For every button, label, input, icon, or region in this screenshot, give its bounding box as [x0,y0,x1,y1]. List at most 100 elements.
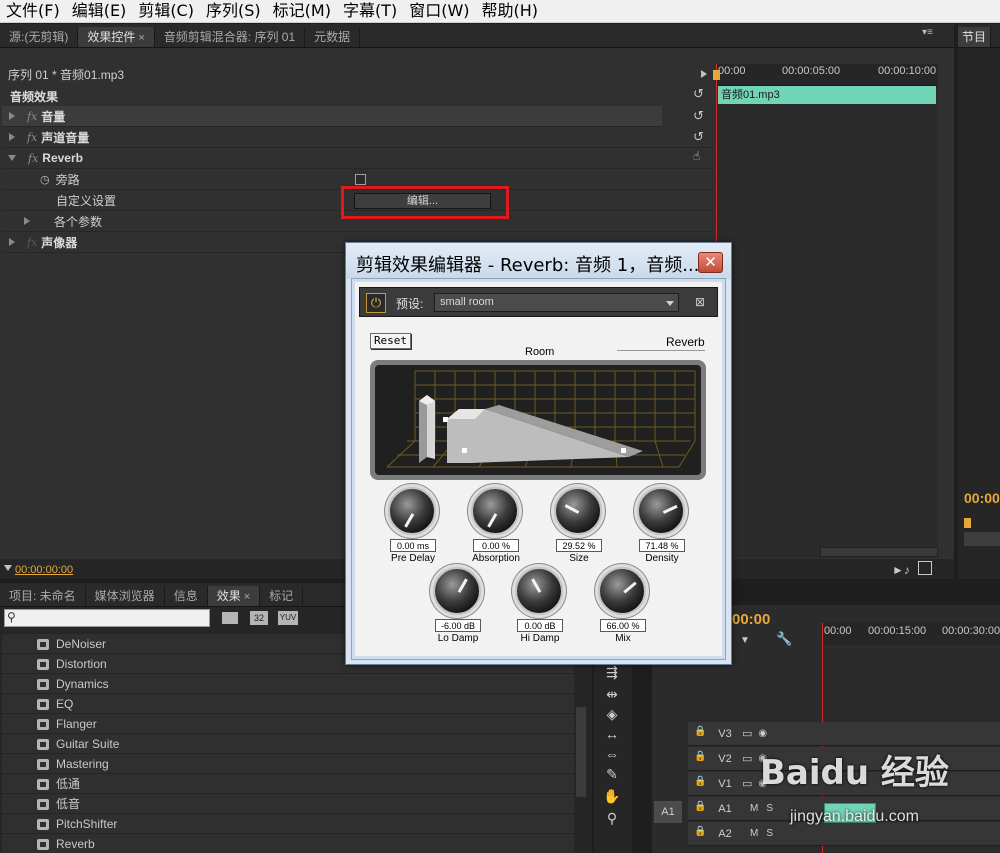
toggle-sync-icon[interactable]: ▭ [742,727,752,740]
menu-item[interactable]: 字幕(T) [337,0,403,22]
knob-value-field[interactable]: 71.48 % [639,539,685,552]
dialog-titlebar[interactable]: 剪辑效果编辑器 - Reverb: 音频 1，音频... ✕ [346,243,731,279]
preset-select[interactable]: small room [434,293,679,312]
reset-icon[interactable]: ↺ [693,86,704,102]
effect-row-volume[interactable]: fx 音量 [2,106,662,127]
panel-tab[interactable]: 元数据 [305,27,361,47]
timeline-scrollbar[interactable] [820,547,938,557]
effect-row-channel-volume[interactable]: fx 声道音量 [2,127,713,148]
menu-item[interactable]: 编辑(E) [66,0,133,22]
ripple-edit-icon[interactable]: ⇹ [600,685,624,703]
marker-icon[interactable]: ▼ [740,635,750,646]
track-label[interactable]: V2 [714,750,736,768]
effect-row-reverb[interactable]: fx Reverb [2,148,713,169]
panel-menu-icon[interactable]: ▾≡ [922,27,936,41]
effects-search-input[interactable]: ⚲ [4,609,210,627]
menu-item[interactable]: 窗口(W) [403,0,475,22]
reset-icon[interactable]: ↺ [693,108,704,124]
razor-icon[interactable]: ◈ [600,705,624,723]
panel-tab[interactable]: 音频剪辑混合器: 序列 01 [155,27,306,47]
new-bin-icon[interactable] [222,612,238,624]
track-label[interactable]: A1 [714,800,736,818]
timeline-ruler[interactable]: 00:00 00:00:05:00 00:00:10:00 [716,64,938,86]
lock-icon[interactable]: 🔒 [694,826,706,837]
expand-triangle-icon[interactable] [9,112,15,120]
menu-item[interactable]: 序列(S) [200,0,267,22]
reset-button[interactable]: Reset [370,333,411,349]
list-item[interactable]: EQ [2,694,574,714]
yuv-effects-button[interactable]: YUV [278,611,298,625]
panel-tab[interactable]: 信息 [165,586,208,606]
expand-triangle-icon[interactable] [24,217,30,225]
effect-timecode[interactable]: 00:00:00:00 [15,564,73,576]
list-item[interactable]: PitchShifter [2,814,574,834]
panel-tab[interactable]: 效果控件 × [78,27,155,47]
lock-icon[interactable]: 🔒 [694,776,706,787]
toggle-sync-icon[interactable]: ▭ [742,752,752,765]
list-item[interactable]: 低音 [2,794,574,814]
collapse-triangle-icon[interactable] [8,155,16,161]
knob-value-field[interactable]: 29.52 % [556,539,602,552]
panel-tab[interactable]: 标记 [260,586,304,606]
knob[interactable] [515,567,563,615]
track-select-icon[interactable]: ⇶ [600,663,624,681]
timeline-ruler[interactable]: 00:00 00:00:15:00 00:00:30:00 [822,623,1000,645]
power-icon[interactable]: ⏻ [366,293,386,313]
track-label[interactable]: V1 [714,775,736,793]
knob-value-field[interactable]: 0.00 ms [390,539,436,552]
list-item[interactable]: Reverb [2,834,574,853]
program-playhead-icon[interactable] [964,518,971,528]
room-display[interactable] [370,360,706,480]
knob[interactable] [471,487,519,535]
panel-tab[interactable]: 媒体浏览器 [86,586,165,606]
lock-icon[interactable]: 🔒 [694,801,706,812]
knob-value-field[interactable]: 0.00 % [473,539,519,552]
audio-clip[interactable]: 音频01.mp3 [718,86,936,104]
track-label[interactable]: V3 [714,725,736,743]
eye-icon[interactable]: ◉ [758,728,767,739]
expand-triangle-icon[interactable] [9,133,15,141]
solo-button[interactable]: S [766,803,773,814]
slide-icon[interactable]: ⇔ [600,745,624,763]
solo-button[interactable]: S [766,828,773,839]
list-item[interactable]: Mastering [2,754,574,774]
accelerated-effects-button[interactable]: 32 [250,611,268,625]
effects-scrollbar[interactable] [576,707,586,797]
program-scrollbar[interactable] [964,532,1000,546]
panel-tab[interactable]: 源:(无剪辑) [0,27,79,47]
hand-icon[interactable]: ☝ [693,149,700,163]
knob-value-field[interactable]: 66.00 % [600,619,646,632]
knob-value-field[interactable]: -6.00 dB [435,619,481,632]
knob[interactable] [388,487,436,535]
audio-play-icon[interactable]: ►♪ [892,563,910,577]
mute-button[interactable]: M [750,828,758,839]
knob[interactable] [637,487,685,535]
menu-item[interactable]: 帮助(H) [476,0,545,22]
pen-icon[interactable]: ✎ [600,765,624,783]
menu-item[interactable]: 标记(M) [267,0,337,22]
room-visualization[interactable] [375,365,701,475]
expand-triangle-icon[interactable] [9,238,15,246]
reset-icon[interactable]: ↺ [693,129,704,145]
menu-item[interactable]: 剪辑(C) [132,0,200,22]
close-icon[interactable]: × [138,32,144,44]
knob[interactable] [598,567,646,615]
source-patch-a1[interactable]: A1 [654,801,682,823]
wrench-icon[interactable]: 🔧 [776,631,792,647]
close-icon[interactable]: × [244,591,250,603]
list-item[interactable]: Flanger [2,714,574,734]
list-item[interactable]: 低通 [2,774,574,794]
close-button[interactable]: ✕ [698,252,723,273]
zoom-icon[interactable]: ⚲ [600,809,624,827]
track-label[interactable]: A2 [714,825,736,843]
list-item[interactable]: Dynamics [2,674,574,694]
lock-icon[interactable]: 🔒 [694,751,706,762]
playhead-marker-icon[interactable] [713,70,720,80]
hand-tool-icon[interactable]: ✋ [600,787,624,805]
list-item[interactable]: Guitar Suite [2,734,574,754]
knob[interactable] [433,567,481,615]
bypass-checkbox[interactable] [355,174,366,185]
slip-icon[interactable]: ↔ [600,725,624,743]
tab-program[interactable]: 节目 [958,27,992,47]
sequence-arrow-icon[interactable] [701,70,707,78]
